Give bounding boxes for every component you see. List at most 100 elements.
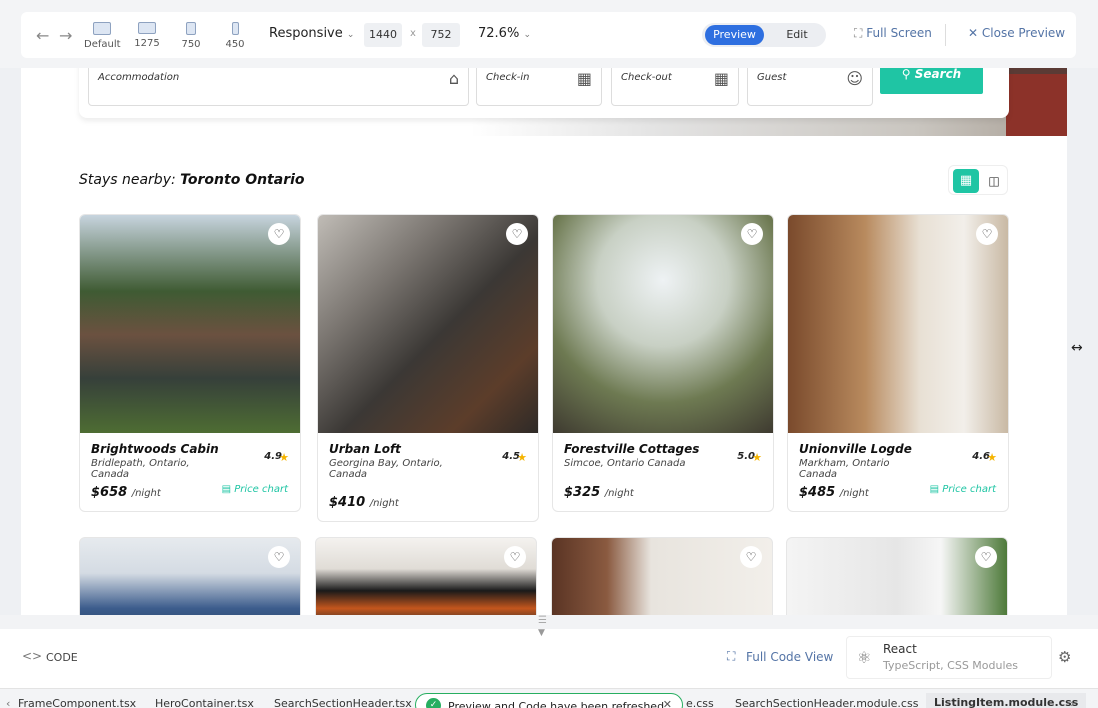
tab-scroll-right-icon[interactable]: › [1070, 697, 1074, 708]
price-value: $410 [329, 495, 366, 510]
listing-heading: Stays nearby: Toronto Ontario [79, 172, 305, 188]
gear-icon[interactable]: ⚙ [1058, 648, 1071, 666]
star-icon: ★ [987, 451, 997, 464]
framework-selector[interactable]: ⚛ React TypeScript, CSS Modules [846, 636, 1052, 679]
listing-card[interactable]: ♡ [786, 537, 1008, 615]
accommodation-field[interactable]: Accommodation ⌂ [88, 68, 469, 106]
price-chart-link[interactable]: ▤ Price chart [222, 484, 288, 495]
heart-icon[interactable]: ♡ [504, 546, 526, 568]
dimension-separator: x [410, 28, 416, 39]
price-value: $485 [799, 485, 836, 500]
listing-card[interactable]: ♡ Unionville Logde Markham, Ontario Cana… [787, 214, 1009, 512]
search-section: Accommodation ⌂ Check-in ▦ Check-out ▦ G… [79, 68, 1009, 118]
edit-tab[interactable]: Edit [772, 25, 822, 45]
close-preview-label: Close Preview [981, 26, 1066, 40]
listing-card[interactable]: ♡ [315, 537, 537, 615]
price-value: $658 [91, 485, 128, 500]
calendar-icon: ▦ [576, 69, 592, 88]
device-750-button[interactable]: 750 [173, 22, 209, 50]
tab-scroll-left-icon[interactable]: ‹ [6, 697, 10, 708]
chart-icon: ▤ [221, 484, 232, 495]
calendar-icon: ▦ [713, 69, 729, 88]
listing-city: Toronto Ontario [180, 172, 305, 188]
width-input[interactable]: 1440 [364, 23, 402, 47]
full-screen-button[interactable]: ⛶ Full Screen [854, 26, 932, 41]
accommodation-placeholder: Accommodation [98, 72, 180, 83]
preview-edit-toggle[interactable]: Preview Edit [702, 23, 826, 47]
heart-icon[interactable]: ♡ [741, 223, 763, 245]
device-default-button[interactable]: Default [84, 22, 121, 50]
zoom-label: 72.6% [478, 26, 520, 41]
listing-price: $410 /night [329, 495, 399, 510]
star-icon: ★ [279, 451, 289, 464]
drag-handle-icon[interactable]: ☰ [538, 615, 547, 626]
chevron-down-icon: ⌄ [346, 30, 355, 40]
device-1275-button[interactable]: 1275 [129, 22, 165, 49]
check-icon: ✓ [426, 698, 441, 708]
chevron-down-icon: ⌄ [523, 30, 531, 40]
listing-title: Urban Loft [329, 442, 401, 456]
listing-location: Markham, Ontario Canada [799, 458, 890, 480]
tab-search-section-header-css[interactable]: SearchSectionHeader.module.css [735, 697, 918, 708]
height-input[interactable]: 752 [422, 23, 460, 47]
tab-hero-container[interactable]: HeroContainer.tsx [155, 697, 254, 708]
listing-card[interactable]: ♡ Forestville Cottages Simcoe, Ontario C… [552, 214, 774, 512]
star-icon: ★ [752, 451, 762, 464]
search-button[interactable]: ⚲ Search [880, 68, 983, 94]
check-in-field[interactable]: Check-in ▦ [476, 68, 602, 106]
expand-icon: ⛶ [854, 26, 863, 40]
price-chart-label: Price chart [942, 484, 996, 495]
preview-canvas: Accommodation ⌂ Check-in ▦ Check-out ▦ G… [21, 68, 1067, 615]
heart-icon[interactable]: ♡ [506, 223, 528, 245]
listing-title: Brightwoods Cabin [91, 442, 219, 456]
tab-css-file[interactable]: e.css [686, 697, 714, 708]
user-icon: ☺ [846, 69, 863, 88]
toolbar-divider [945, 24, 946, 46]
price-chart-link[interactable]: ▤ Price chart [930, 484, 996, 495]
vertical-resize-bar[interactable]: ☰ [0, 615, 1098, 629]
heart-icon[interactable]: ♡ [740, 546, 762, 568]
check-out-placeholder: Check-out [621, 72, 672, 83]
listing-card[interactable]: ♡ [551, 537, 773, 615]
tab-search-section-header[interactable]: SearchSectionHeader.tsx [274, 697, 412, 708]
star-icon: ★ [517, 451, 527, 464]
zoom-dropdown[interactable]: 72.6% ⌄ [478, 26, 531, 41]
listing-photo [318, 215, 538, 433]
grid-view-button[interactable]: ▦ [953, 169, 979, 193]
guest-field[interactable]: Guest ☺ [747, 68, 873, 106]
search-icon: ⚲ [901, 68, 911, 81]
resize-horizontal-icon[interactable]: ↔ [1071, 340, 1083, 356]
heart-icon[interactable]: ♡ [975, 546, 997, 568]
map-view-button[interactable]: ◫ [983, 169, 1005, 193]
full-screen-label: Full Screen [866, 26, 932, 40]
resize-handle-area[interactable]: ↔ [1067, 68, 1098, 615]
listing-location: Bridlepath, Ontario, Canada [91, 458, 190, 480]
preview-toolbar: ← → Default 1275 750 450 Responsive ⌄ 14… [0, 0, 1098, 68]
responsive-dropdown[interactable]: Responsive ⌄ [269, 26, 354, 41]
full-code-view-button[interactable]: Full Code View [746, 650, 833, 664]
hero-house [1006, 74, 1067, 136]
close-preview-button[interactable]: ✕ Close Preview [968, 26, 1065, 40]
heart-icon[interactable]: ♡ [268, 546, 290, 568]
tab-frame-component[interactable]: FrameComponent.tsx [18, 697, 136, 708]
listing-card[interactable]: ♡ Urban Loft Georgina Bay, Ontario, Cana… [317, 214, 539, 522]
device-450-button[interactable]: 450 [217, 22, 253, 50]
listing-price: $325 /night [564, 485, 634, 500]
arrow-left-icon[interactable]: ← [36, 26, 49, 45]
code-label[interactable]: CODE [46, 651, 78, 664]
check-out-field[interactable]: Check-out ▦ [611, 68, 739, 106]
arrow-right-icon[interactable]: → [59, 26, 72, 45]
tab-listing-item-css[interactable]: ListingItem.module.css [926, 693, 1087, 708]
home-icon: ⌂ [448, 69, 459, 88]
listing-card[interactable]: ♡ [79, 537, 301, 615]
close-icon[interactable]: ✕ [663, 698, 672, 708]
listing-card[interactable]: ♡ Brightwoods Cabin Bridlepath, Ontario,… [79, 214, 301, 512]
listing-location: Georgina Bay, Ontario, Canada [329, 458, 443, 480]
per-night-label: /night [131, 488, 161, 499]
heart-icon[interactable]: ♡ [976, 223, 998, 245]
heart-icon[interactable]: ♡ [268, 223, 290, 245]
preview-tab[interactable]: Preview [705, 25, 764, 45]
price-chart-label: Price chart [234, 484, 288, 495]
chevron-down-icon[interactable]: ▼ [538, 628, 545, 638]
toolbar-panel: ← → Default 1275 750 450 Responsive ⌄ 14… [21, 12, 1076, 58]
